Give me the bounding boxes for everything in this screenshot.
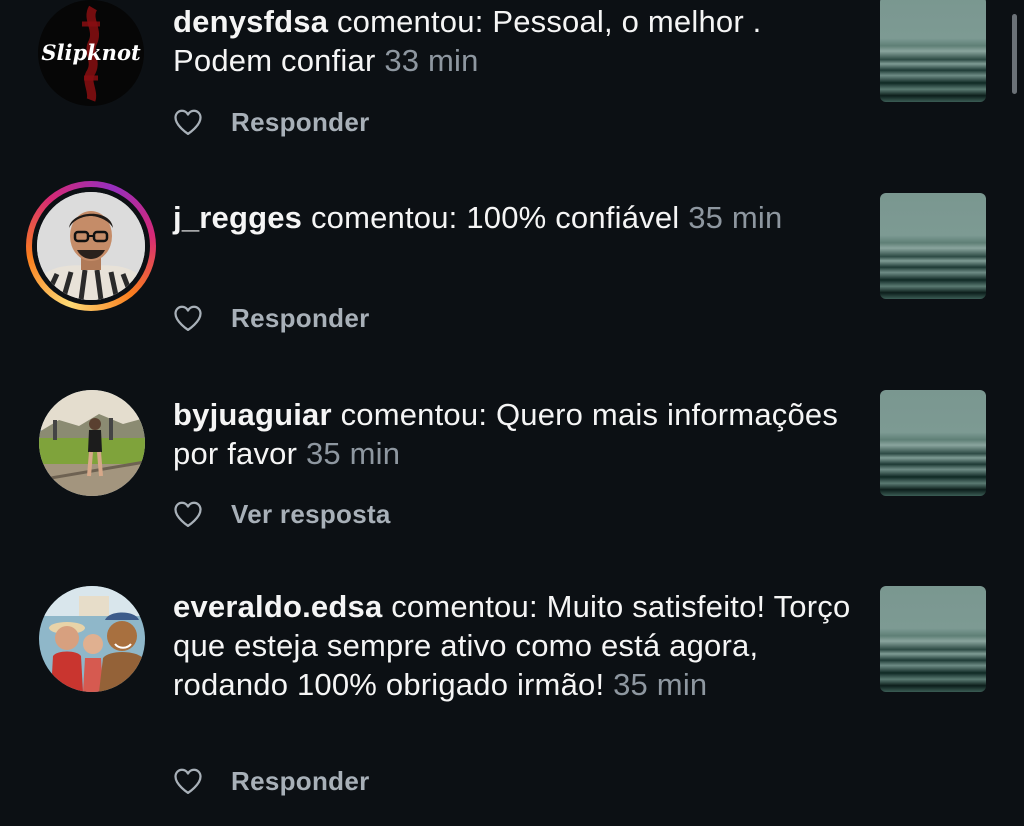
notification-text[interactable]: denysfdsa comentou: Pessoal, o melhor . … bbox=[173, 2, 863, 80]
action-text: comentou: bbox=[302, 200, 467, 235]
timestamp: 35 min bbox=[613, 667, 708, 702]
group-photo-icon bbox=[39, 586, 145, 692]
notification-text[interactable]: byjuaguiar comentou: Quero mais informaç… bbox=[173, 395, 863, 473]
svg-text:Slipknot: Slipknot bbox=[41, 40, 141, 65]
notification-text[interactable]: everaldo.edsa comentou: Muito satisfeito… bbox=[173, 587, 863, 704]
notification-text[interactable]: j_regges comentou: 100% confiável 35 min bbox=[173, 198, 863, 237]
post-thumbnail[interactable] bbox=[880, 0, 986, 102]
heart-icon[interactable] bbox=[173, 500, 203, 528]
avatar[interactable] bbox=[39, 390, 145, 496]
avatar[interactable] bbox=[39, 586, 145, 692]
heart-icon[interactable] bbox=[173, 767, 203, 795]
reply-button[interactable]: Responder bbox=[231, 303, 370, 334]
story-ring[interactable] bbox=[26, 181, 156, 311]
timestamp: 35 min bbox=[688, 200, 783, 235]
avatar[interactable]: Slipknot bbox=[38, 0, 144, 106]
avatar[interactable] bbox=[37, 192, 145, 300]
reply-button[interactable]: Responder bbox=[231, 766, 370, 797]
post-thumbnail[interactable] bbox=[880, 586, 986, 692]
person-photo-icon bbox=[39, 390, 145, 496]
heart-icon[interactable] bbox=[173, 304, 203, 332]
action-text: comentou: bbox=[331, 397, 496, 432]
post-thumbnail[interactable] bbox=[880, 390, 986, 496]
username[interactable]: j_regges bbox=[173, 200, 302, 235]
timestamp: 33 min bbox=[384, 43, 479, 78]
slipknot-logo-icon: Slipknot bbox=[38, 0, 144, 106]
post-thumbnail[interactable] bbox=[880, 193, 986, 299]
action-text: comentou: bbox=[382, 589, 547, 624]
reply-button[interactable]: Responder bbox=[231, 107, 370, 138]
person-photo-icon bbox=[37, 192, 145, 300]
heart-icon[interactable] bbox=[173, 108, 203, 136]
action-text: comentou: bbox=[328, 4, 493, 39]
username[interactable]: denysfdsa bbox=[173, 4, 328, 39]
comment-text: 100% confiável bbox=[466, 200, 680, 235]
scrollbar[interactable] bbox=[1012, 14, 1017, 94]
timestamp: 35 min bbox=[305, 436, 401, 471]
username[interactable]: byjuaguiar bbox=[173, 397, 332, 432]
view-reply-button[interactable]: Ver resposta bbox=[231, 499, 391, 530]
username[interactable]: everaldo.edsa bbox=[173, 589, 382, 624]
